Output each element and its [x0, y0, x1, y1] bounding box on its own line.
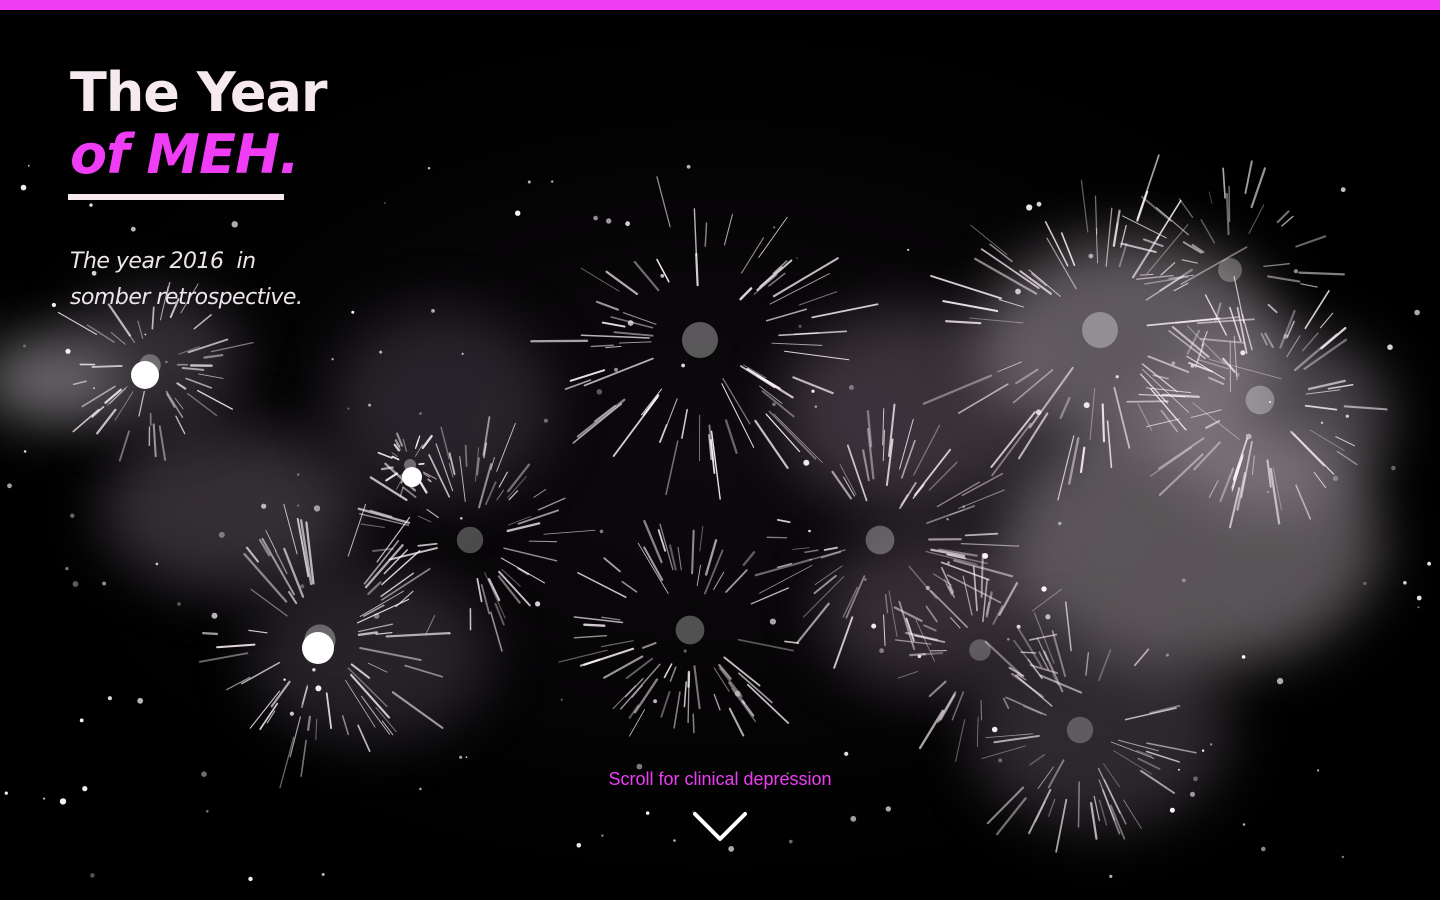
- scroll-cta-label[interactable]: Scroll for clinical depression: [520, 766, 920, 792]
- scroll-cta[interactable]: Scroll for clinical depression: [520, 766, 920, 844]
- hero-title: The Year of MEH.: [70, 61, 328, 186]
- title-underline: [68, 194, 284, 200]
- chevron-down-icon[interactable]: [691, 810, 749, 844]
- top-accent-bar: [0, 0, 1440, 10]
- title-line-1: The Year: [70, 61, 328, 124]
- subtitle-line-1: The year 2016 in: [70, 249, 256, 274]
- subtitle-line-2: somber retrospective.: [70, 285, 303, 310]
- hero-subtitle: The year 2016 in somber retrospective.: [70, 244, 370, 316]
- title-line-2: of MEH.: [70, 123, 300, 186]
